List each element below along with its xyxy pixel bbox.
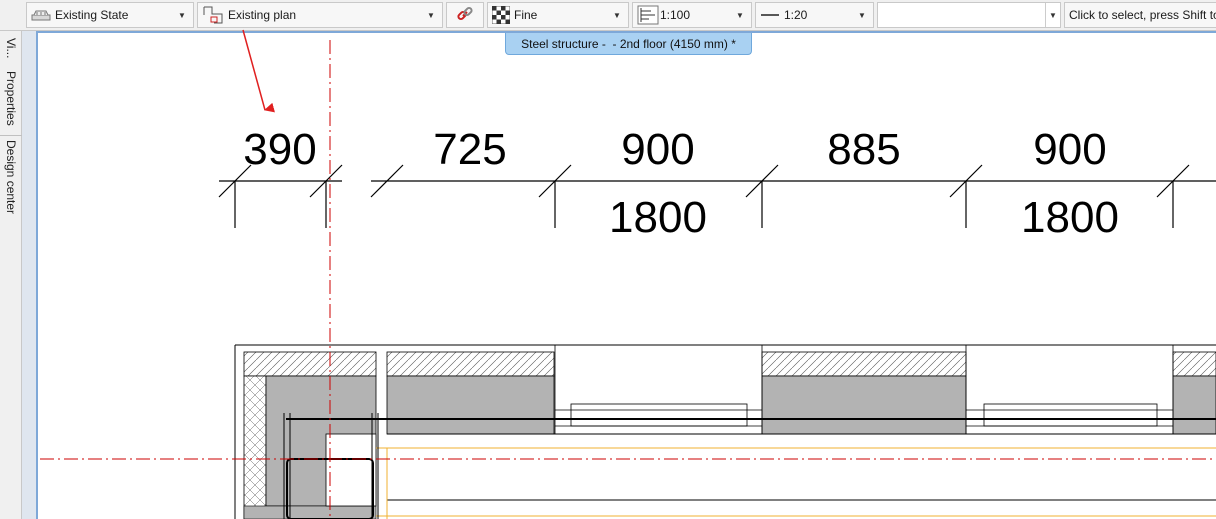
dimension-label: 900	[621, 125, 694, 174]
wall-section	[234, 344, 1216, 519]
dimension-label: 900	[1033, 125, 1106, 174]
dimension-label: 390	[243, 125, 316, 174]
annotation-arrow	[242, 29, 276, 113]
floor-plan-drawing[interactable]: 390 725 900 885 900 1800 1800	[0, 0, 1216, 519]
document-tab-title: Steel structure - - 2nd floor (4150 mm) …	[521, 36, 736, 51]
dimension-label: 1800	[609, 193, 707, 242]
dimension-label: 885	[827, 125, 900, 174]
dimension-label: 725	[433, 125, 506, 174]
dimension-label: 1800	[1021, 193, 1119, 242]
document-tab[interactable]: Steel structure - - 2nd floor (4150 mm) …	[505, 33, 752, 55]
axis-lines	[40, 40, 1216, 519]
